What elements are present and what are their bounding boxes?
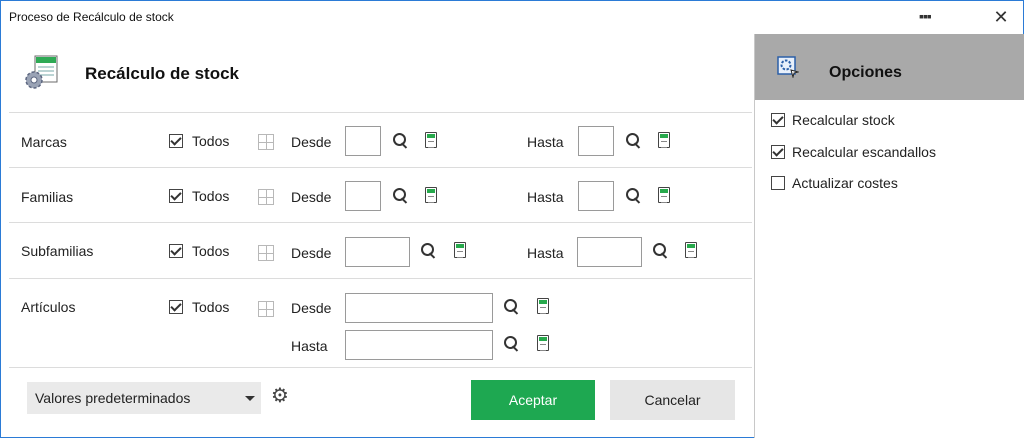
close-icon[interactable]: ✕ bbox=[991, 8, 1011, 28]
row-label: Artículos bbox=[21, 299, 76, 315]
gear-sheet-icon bbox=[25, 55, 58, 89]
gear-icon[interactable]: ⚙ bbox=[269, 386, 291, 408]
to-label: Hasta bbox=[527, 134, 564, 150]
defaults-select[interactable]: Valores predeterminados bbox=[27, 382, 261, 414]
option-label: Recalcular stock bbox=[792, 112, 895, 128]
from-label: Desde bbox=[291, 245, 332, 261]
dialog-window: Proceso de Recálculo de stock ▪▪▪ ✕ Recá… bbox=[0, 0, 1024, 438]
to-label: Hasta bbox=[527, 245, 564, 261]
defaults-select-value: Valores predeterminados bbox=[35, 390, 191, 406]
grid-icon[interactable] bbox=[258, 134, 274, 150]
all-checkbox[interactable] bbox=[169, 134, 183, 148]
search-icon[interactable] bbox=[652, 242, 670, 260]
grid-icon[interactable] bbox=[258, 301, 274, 317]
search-icon[interactable] bbox=[392, 132, 410, 150]
document-icon[interactable] bbox=[658, 187, 670, 203]
row-label: Subfamilias bbox=[21, 243, 94, 259]
to-input[interactable] bbox=[578, 181, 614, 211]
to-label: Hasta bbox=[527, 189, 564, 205]
chevron-down-icon bbox=[245, 396, 255, 401]
to-label: Hasta bbox=[291, 338, 328, 354]
filter-row-marcas: Marcas Todos Desde Hasta bbox=[9, 112, 752, 167]
all-label: Todos bbox=[192, 188, 230, 204]
options-panel: Opciones Recalcular stock Recalcular esc… bbox=[754, 34, 1024, 438]
options-header: Opciones bbox=[755, 34, 1024, 100]
to-input[interactable] bbox=[578, 126, 614, 156]
document-icon[interactable] bbox=[658, 132, 670, 148]
to-input[interactable] bbox=[577, 237, 642, 267]
row-label: Familias bbox=[21, 189, 74, 205]
options-title: Opciones bbox=[829, 64, 902, 81]
from-input[interactable] bbox=[345, 237, 410, 267]
option-label: Actualizar costes bbox=[792, 175, 898, 191]
title-bar: Proceso de Recálculo de stock ▪▪▪ ✕ bbox=[1, 1, 1023, 34]
from-input[interactable] bbox=[345, 293, 493, 323]
document-icon[interactable] bbox=[454, 242, 466, 258]
option-label: Recalcular escandallos bbox=[792, 144, 936, 160]
options-icon bbox=[777, 56, 799, 78]
document-icon[interactable] bbox=[537, 298, 549, 314]
from-input[interactable] bbox=[345, 126, 381, 156]
document-icon[interactable] bbox=[425, 132, 437, 148]
search-icon[interactable] bbox=[503, 335, 521, 353]
all-checkbox[interactable] bbox=[169, 244, 183, 258]
option-checkbox[interactable] bbox=[771, 145, 785, 159]
document-icon[interactable] bbox=[425, 187, 437, 203]
filter-row-articulos: Artículos Todos Desde Hasta bbox=[9, 278, 752, 367]
to-input[interactable] bbox=[345, 330, 493, 360]
from-label: Desde bbox=[291, 300, 332, 316]
option-checkbox[interactable] bbox=[771, 113, 785, 127]
footer-divider bbox=[9, 367, 752, 368]
from-input[interactable] bbox=[345, 181, 381, 211]
row-label: Marcas bbox=[21, 134, 67, 150]
filter-row-subfamilias: Subfamilias Todos Desde Hasta bbox=[9, 222, 752, 278]
grid-icon[interactable] bbox=[258, 189, 274, 205]
from-label: Desde bbox=[291, 134, 332, 150]
all-label: Todos bbox=[192, 133, 230, 149]
search-icon[interactable] bbox=[392, 187, 410, 205]
filter-row-familias: Familias Todos Desde Hasta bbox=[9, 167, 752, 222]
all-label: Todos bbox=[192, 299, 230, 315]
option-checkbox[interactable] bbox=[771, 176, 785, 190]
search-icon[interactable] bbox=[625, 132, 643, 150]
from-label: Desde bbox=[291, 189, 332, 205]
grid-icon[interactable] bbox=[258, 245, 274, 261]
search-icon[interactable] bbox=[503, 298, 521, 316]
search-icon[interactable] bbox=[420, 242, 438, 260]
window-title: Proceso de Recálculo de stock bbox=[9, 10, 174, 24]
cancel-button[interactable]: Cancelar bbox=[610, 380, 735, 420]
all-label: Todos bbox=[192, 243, 230, 259]
page-title: Recálculo de stock bbox=[85, 64, 240, 83]
all-checkbox[interactable] bbox=[169, 300, 183, 314]
more-options-icon[interactable]: ▪▪▪ bbox=[919, 9, 932, 23]
document-icon[interactable] bbox=[537, 335, 549, 351]
all-checkbox[interactable] bbox=[169, 189, 183, 203]
accept-button[interactable]: Aceptar bbox=[471, 380, 595, 420]
search-icon[interactable] bbox=[625, 187, 643, 205]
document-icon[interactable] bbox=[685, 242, 697, 258]
